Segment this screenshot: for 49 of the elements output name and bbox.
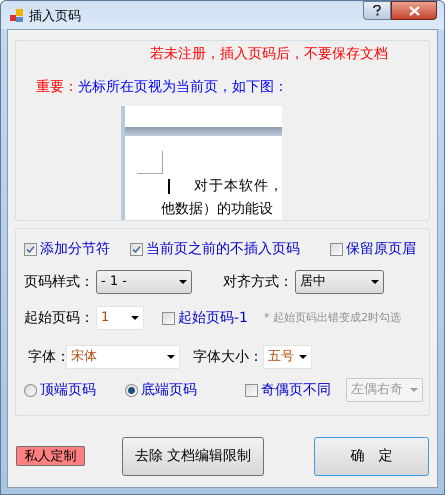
remove-restriction-button[interactable]: 去除 文档编辑限制 [122, 437, 264, 476]
checkbox-label: 保留原页眉 [346, 240, 416, 258]
caret-icon [131, 316, 139, 320]
checkbox-label: 添加分节符 [40, 240, 110, 258]
radio-button[interactable] [24, 384, 37, 396]
dropdown[interactable]: 居中 [295, 270, 384, 294]
check-icon [132, 244, 141, 254]
window-title: 插入页码 [29, 8, 81, 26]
radio-label: 顶端页码 [40, 380, 96, 400]
checkbox-label: 起始页码-1 [178, 308, 248, 328]
caret-icon [179, 280, 187, 284]
caret-icon [410, 388, 418, 392]
help-button[interactable] [363, 1, 391, 20]
dropdown[interactable]: 五号 [263, 345, 312, 369]
ok-button[interactable]: 确 定 [314, 437, 429, 476]
hint-text: * 起始页码出错变成2时勾选 [264, 310, 401, 326]
caret-icon [167, 355, 175, 359]
close-icon [408, 6, 420, 16]
field-label: 字体大小： [193, 348, 263, 366]
dropdown[interactable]: 宋体 [66, 345, 180, 369]
important-text: 光标所在页视为当前页，如下图： [78, 78, 288, 97]
caret-icon [299, 355, 307, 359]
checkbox-label: 奇偶页不同 [261, 380, 331, 400]
field-label: 对齐方式： [223, 272, 294, 292]
corner-mark [137, 151, 163, 174]
radio-button[interactable] [125, 384, 138, 396]
checkbox[interactable] [245, 384, 258, 396]
checkbox[interactable] [330, 242, 343, 256]
text-cursor [168, 179, 170, 194]
field-label: 字体： [28, 348, 66, 366]
field-label: 页码样式： [24, 272, 95, 292]
radio-label: 底端页码 [141, 380, 197, 400]
checkbox[interactable] [162, 312, 175, 324]
checkbox-label: 当前页之前的不插入页码 [146, 240, 300, 258]
dropdown[interactable]: 1 [96, 306, 144, 330]
custom-button[interactable]: 私人定制 [16, 446, 85, 466]
checkbox[interactable] [130, 242, 143, 256]
preview-line: 对于本软件， [194, 177, 282, 196]
close-button[interactable] [391, 1, 437, 20]
app-icon [9, 8, 25, 24]
notice-text: 若未注册，插入页码后，不要保存文档 [150, 45, 389, 64]
help-icon [373, 5, 381, 16]
dropdown[interactable]: - 1 - [96, 270, 192, 294]
important-label: 重要： [36, 78, 78, 97]
checkbox[interactable] [24, 242, 37, 256]
preview-line: 他数据）的功能设 [161, 200, 274, 219]
caret-icon [371, 280, 379, 284]
field-label: 起始页码： [24, 308, 95, 328]
check-icon [26, 244, 35, 254]
